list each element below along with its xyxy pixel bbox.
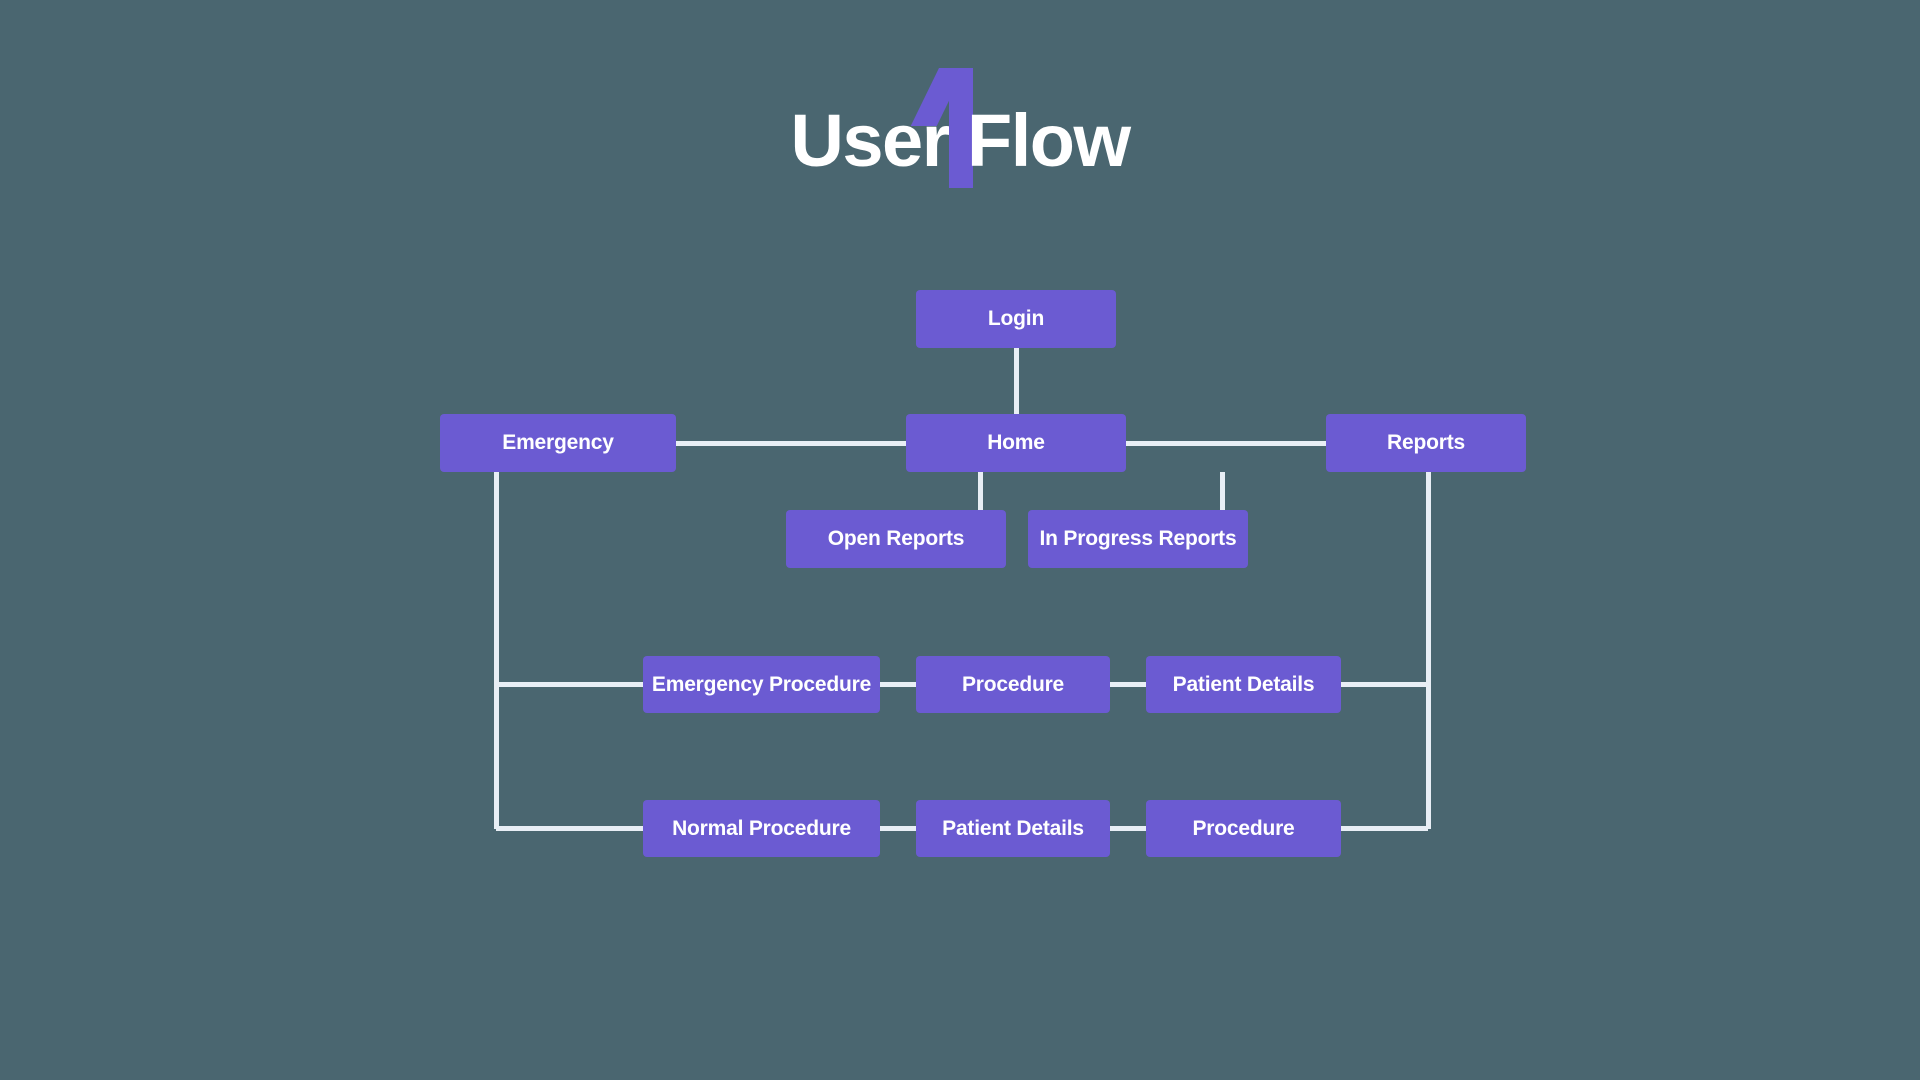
flow-node-label: Emergency [502,431,614,454]
flow-node-label: Emergency Procedure [651,672,872,696]
flow-node-home[interactable]: Home [906,414,1126,472]
edge-emergency-trunk-lower [493,684,499,829]
flow-node-label: Home [987,431,1045,454]
edge-patient-details-procedure [1110,826,1146,831]
edge-reports-trunk-lower [1425,684,1431,829]
flow-node-patient-details-top[interactable]: Patient Details [1146,656,1341,713]
flow-node-label: Patient Details [1172,672,1315,696]
flow-node-login[interactable]: Login [916,290,1116,348]
edge-emergency-trunk-upper [493,472,499,685]
user-flow-diagram: Login Emergency Home Reports Open Reports In … [0,0,1920,1080]
flow-node-open-reports[interactable]: Open Reports [786,510,1006,568]
flow-node-label: Procedure [1192,816,1295,840]
edge-procedure-to-reports [1341,826,1428,831]
edge-emergency-to-normal-procedure [496,826,643,831]
flow-node-procedure-bot[interactable]: Procedure [1146,800,1341,857]
flow-node-in-progress-reports[interactable]: In Progress Reports [1028,510,1248,568]
flow-node-label: Normal Procedure [672,816,851,840]
edge-emergency-home [676,440,906,446]
flow-node-label: Patient Details [942,816,1084,840]
flow-node-reports[interactable]: Reports [1326,414,1526,472]
flow-node-emergency-procedure[interactable]: Emergency Procedure [643,656,880,713]
logo-text-after: Flow [967,99,1131,182]
edge-reports-trunk-upper [1425,472,1431,685]
flow-node-normal-procedure[interactable]: Normal Procedure [643,800,880,857]
flow-node-procedure-top[interactable]: Procedure [916,656,1110,713]
edge-procedure-patient-details [1110,682,1146,687]
flow-node-label: Procedure [961,672,1065,696]
edge-emergency-procedure-procedure [880,682,916,687]
edge-home-in-progress-reports [1219,472,1225,510]
edge-login-home [1013,348,1019,414]
flow-node-patient-details-bot[interactable]: Patient Details [916,800,1110,857]
edge-patient-details-to-reports [1341,682,1428,687]
flow-node-emergency[interactable]: Emergency [440,414,676,472]
flow-node-label: In Progress Reports [1039,527,1237,550]
flow-node-label: Reports [1387,431,1465,454]
edge-emergency-to-emergency-procedure [496,682,643,687]
edge-normal-procedure-patient-details [880,826,916,831]
flow-node-label: Open Reports [827,527,965,550]
edge-home-reports [1126,440,1326,446]
edge-home-open-reports [977,472,983,510]
flow-node-label: Login [987,307,1045,330]
